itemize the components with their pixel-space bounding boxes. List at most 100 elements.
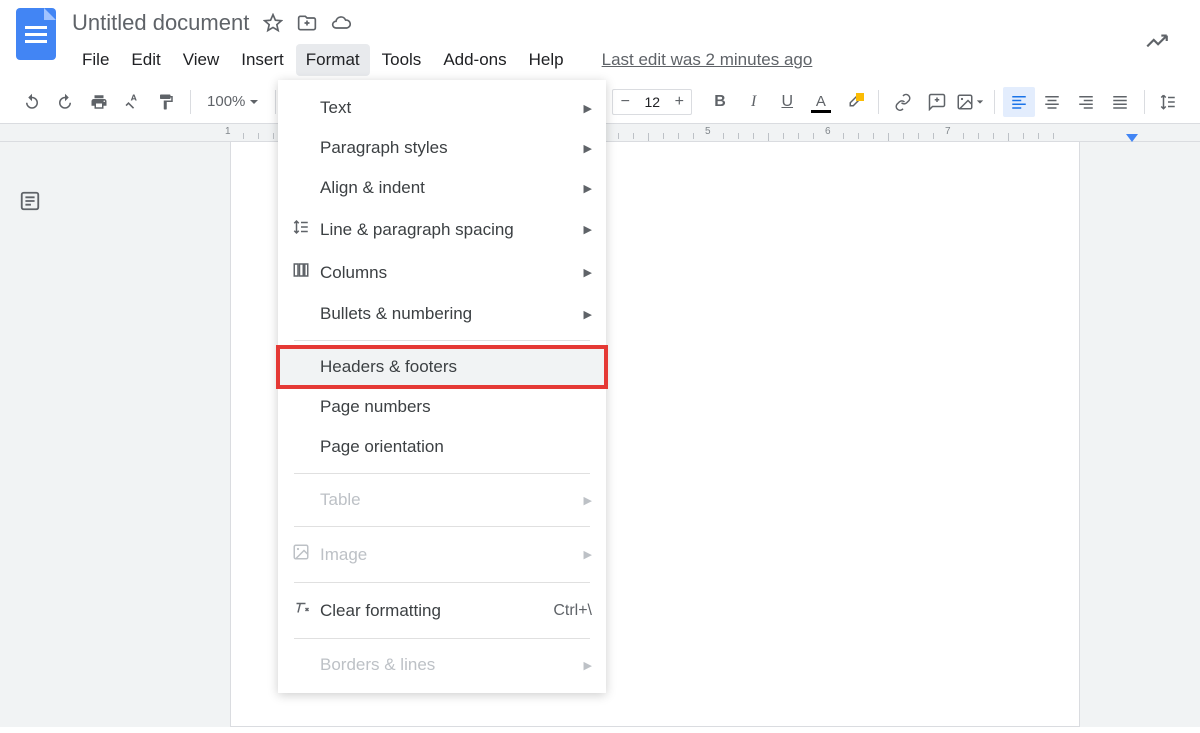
dropdown-item-page-orientation[interactable]: Page orientation [278,427,606,467]
dropdown-item-page-numbers[interactable]: Page numbers [278,387,606,427]
chevron-right-icon: ▶ [584,494,592,507]
insert-link-button[interactable] [887,87,919,117]
cloud-icon[interactable] [331,13,351,33]
menu-tools[interactable]: Tools [372,44,432,76]
dropdown-separator [294,473,590,474]
dropdown-item-label: Headers & footers [320,357,592,377]
title-row: Untitled document [72,8,1184,38]
menu-format[interactable]: Format [296,44,370,76]
underline-button[interactable]: U [771,87,803,117]
ruler-number: 6 [825,126,831,137]
dropdown-item-text[interactable]: Text▶ [278,88,606,128]
font-size-control: − 12 + [612,89,692,115]
dropdown-item-label: Page numbers [320,397,592,417]
align-left-button[interactable] [1003,87,1035,117]
dropdown-item-image: Image▶ [278,533,606,576]
dropdown-shortcut: Ctrl+\ [553,602,592,620]
chevron-right-icon: ▶ [584,548,592,561]
dropdown-item-label: Text [320,98,584,118]
align-center-button[interactable] [1037,87,1069,117]
clear-format-icon [292,599,320,622]
menu-file[interactable]: File [72,44,119,76]
ruler-number: 1 [225,126,231,137]
dropdown-item-label: Table [320,490,584,510]
toolbar-separator [275,90,276,114]
document-title[interactable]: Untitled document [72,8,249,38]
dropdown-item-label: Image [320,545,584,565]
highlight-button[interactable] [839,87,871,117]
page-area [60,142,1200,727]
image-icon [292,543,320,566]
dropdown-separator [294,526,590,527]
text-color-button[interactable]: A [805,87,837,117]
dropdown-item-label: Columns [320,263,584,283]
undo-button[interactable] [16,87,48,117]
chevron-right-icon: ▶ [584,182,592,195]
dropdown-item-clear-formatting[interactable]: Clear formattingCtrl+\ [278,589,606,632]
chevron-down-icon [976,98,984,106]
last-edit-link[interactable]: Last edit was 2 minutes ago [592,44,823,76]
dropdown-item-label: Paragraph styles [320,138,584,158]
menubar: File Edit View Insert Format Tools Add-o… [72,44,1184,76]
chevron-right-icon: ▶ [584,266,592,279]
dropdown-item-align-indent[interactable]: Align & indent▶ [278,168,606,208]
chevron-right-icon: ▶ [584,223,592,236]
line-spacing-button[interactable] [1152,87,1184,117]
outline-icon[interactable] [19,190,41,727]
toolbar-separator [878,90,879,114]
dropdown-item-label: Align & indent [320,178,584,198]
star-icon[interactable] [263,13,283,33]
chevron-down-icon [249,97,259,107]
left-gutter [0,142,60,727]
insert-image-button[interactable] [954,87,986,117]
menu-insert[interactable]: Insert [231,44,294,76]
line-spacing-icon [292,218,320,241]
toolbar-separator [1144,90,1145,114]
header: Untitled document File Edit View Insert … [0,0,1200,76]
dropdown-item-label: Page orientation [320,437,592,457]
italic-button[interactable]: I [738,87,770,117]
align-right-button[interactable] [1070,87,1102,117]
zoom-value: 100% [207,93,245,110]
dropdown-separator [294,638,590,639]
menu-addons[interactable]: Add-ons [433,44,516,76]
toolbar-separator [994,90,995,114]
align-justify-button[interactable] [1104,87,1136,117]
menu-edit[interactable]: Edit [121,44,170,76]
bold-button[interactable]: B [704,87,736,117]
dropdown-item-paragraph-styles[interactable]: Paragraph styles▶ [278,128,606,168]
dropdown-item-columns[interactable]: Columns▶ [278,251,606,294]
ruler-right-indent-icon[interactable] [1126,134,1138,142]
dropdown-item-label: Clear formatting [320,601,553,621]
dropdown-item-borders-lines: Borders & lines▶ [278,645,606,685]
toolbar-separator [190,90,191,114]
font-size-decrease[interactable]: − [613,93,637,111]
ruler-number: 7 [945,126,951,137]
menu-help[interactable]: Help [519,44,574,76]
dropdown-separator [294,340,590,341]
chevron-right-icon: ▶ [584,142,592,155]
dropdown-item-line-paragraph-spacing[interactable]: Line & paragraph spacing▶ [278,208,606,251]
dropdown-item-bullets-numbering[interactable]: Bullets & numbering▶ [278,294,606,334]
add-comment-button[interactable] [921,87,953,117]
dropdown-item-table: Table▶ [278,480,606,520]
chevron-right-icon: ▶ [584,308,592,321]
chevron-right-icon: ▶ [584,102,592,115]
title-area: Untitled document File Edit View Insert … [72,8,1184,76]
font-size-increase[interactable]: + [667,93,691,111]
zoom-selector[interactable]: 100% [199,93,267,110]
dropdown-item-label: Line & paragraph spacing [320,220,584,240]
font-size-value[interactable]: 12 [637,94,667,110]
docs-logo-icon[interactable] [16,8,56,60]
activity-icon[interactable] [1144,28,1170,59]
move-icon[interactable] [297,13,317,33]
dropdown-separator [294,582,590,583]
dropdown-item-headers-footers[interactable]: Headers & footers [278,347,606,387]
paint-format-button[interactable] [150,87,182,117]
menu-view[interactable]: View [173,44,230,76]
print-button[interactable] [83,87,115,117]
dropdown-item-label: Borders & lines [320,655,584,675]
format-dropdown: Text▶Paragraph styles▶Align & indent▶Lin… [278,80,606,693]
spellcheck-button[interactable] [117,87,149,117]
redo-button[interactable] [50,87,82,117]
